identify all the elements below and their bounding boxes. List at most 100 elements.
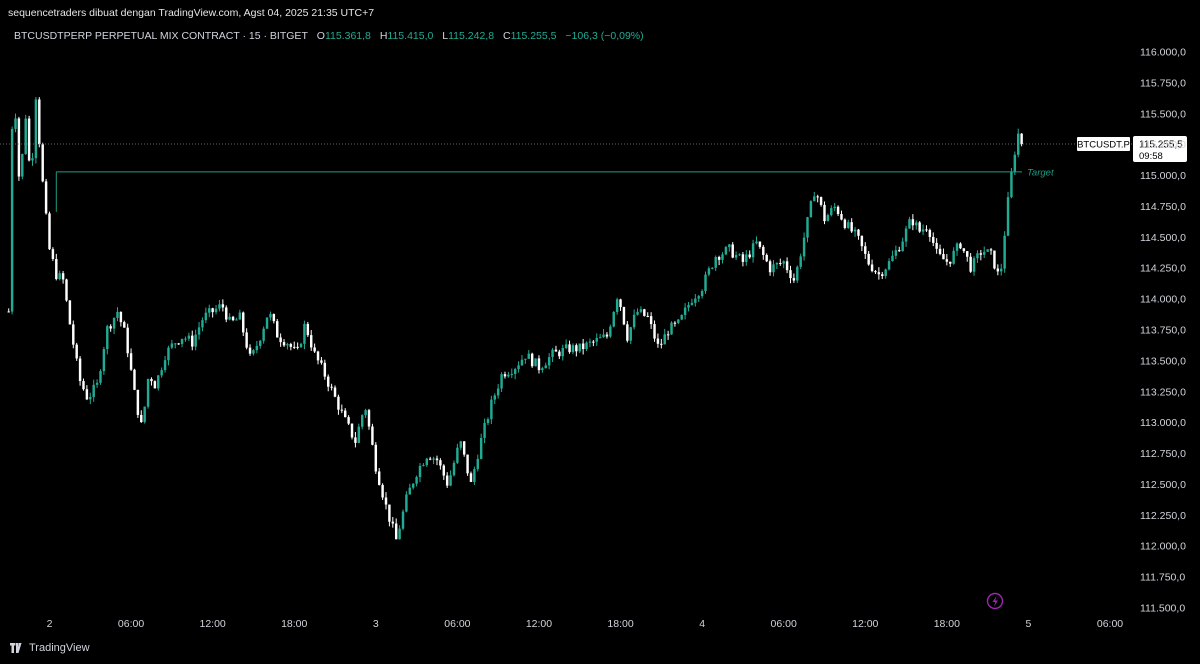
candle-body: [901, 241, 904, 252]
candle-body: [554, 349, 558, 352]
candle-body: [510, 373, 513, 375]
candle-body: [979, 253, 983, 255]
candle-body: [819, 197, 823, 205]
candle-body: [551, 349, 554, 358]
candle-body: [728, 244, 731, 248]
candle-body: [966, 251, 969, 257]
candle-body: [952, 250, 955, 264]
candle-body: [123, 322, 126, 328]
candle-body: [313, 347, 316, 352]
candle-body: [779, 263, 782, 265]
candle-body: [785, 261, 789, 271]
candle-body: [581, 343, 585, 350]
candle-body: [214, 308, 218, 313]
candle-body: [479, 437, 483, 459]
candle-body: [184, 338, 187, 340]
candle-body: [806, 217, 809, 238]
candlestick-chart[interactable]: TargetBTCUSDT.P 115.255,509:58 111.500,01…: [0, 0, 1200, 664]
candle-body: [405, 494, 408, 512]
candle-body: [816, 196, 819, 198]
x-tick-label: 06:00: [444, 618, 470, 630]
lightning-icon: [986, 592, 1004, 610]
candle-body: [969, 256, 972, 272]
candle-body: [418, 465, 422, 478]
candle-body: [343, 410, 347, 418]
symbol-name[interactable]: BTCUSDTPERP PERPETUAL MIX CONTRACT · 15 …: [14, 30, 308, 42]
candle-body: [350, 423, 354, 438]
candle-body: [61, 273, 65, 280]
candle-body: [976, 253, 979, 259]
candle-body: [632, 314, 636, 328]
candle-body: [595, 338, 598, 342]
candle-body: [530, 353, 534, 367]
candle-body: [870, 264, 874, 272]
candle-body: [347, 417, 350, 424]
candle-body: [782, 261, 785, 264]
candle-body: [707, 268, 711, 275]
candle-body: [255, 345, 259, 351]
candle-body: [612, 312, 615, 327]
candle-body: [187, 335, 191, 339]
candle-body: [425, 458, 429, 466]
candle-body: [469, 473, 473, 482]
candle-body: [768, 261, 772, 273]
candle-body: [588, 341, 592, 343]
candle-body: [955, 243, 959, 251]
candle-body: [191, 335, 194, 347]
candle-body: [262, 328, 265, 341]
tradingview-brand[interactable]: TradingView: [10, 642, 90, 654]
candle-body: [908, 219, 911, 229]
candle-body: [891, 255, 894, 262]
candle-body: [568, 344, 571, 353]
candle-body: [1006, 197, 1010, 236]
candle-body: [860, 235, 864, 247]
candle-body: [116, 311, 119, 318]
candle-body: [388, 504, 391, 522]
candle-body: [775, 263, 779, 265]
open-label: O: [316, 30, 325, 42]
candle-body: [269, 314, 272, 318]
candle-body: [136, 389, 140, 415]
candle-body: [238, 312, 242, 320]
candle-body: [473, 469, 476, 482]
candle-body: [609, 326, 612, 337]
candle-body: [680, 314, 683, 320]
candle-body: [836, 206, 840, 215]
candle-body: [717, 257, 721, 260]
candle-body: [938, 248, 942, 255]
candle-body: [578, 343, 581, 352]
candle-body: [864, 246, 867, 254]
candle-body: [150, 378, 153, 382]
candle-body: [360, 415, 364, 427]
candle-body: [95, 382, 99, 385]
candle-body: [619, 299, 622, 308]
candle-body: [796, 266, 799, 281]
symbol-legend: BTCUSDTPERP PERPETUAL MIX CONTRACT · 15 …: [14, 30, 644, 42]
candle-body: [694, 298, 697, 303]
candle-body: [89, 396, 92, 400]
candle-body: [51, 249, 55, 260]
candle-body: [337, 396, 340, 410]
candle-body: [201, 320, 204, 328]
candle-body: [432, 458, 435, 460]
candle-body: [748, 254, 751, 258]
candle-body: [303, 323, 306, 344]
candle-body: [656, 338, 660, 344]
candle-body: [167, 347, 170, 361]
x-tick-label: 3: [373, 618, 379, 630]
candle-body: [513, 369, 517, 374]
candle-body: [928, 230, 932, 237]
candle-body: [598, 337, 602, 339]
candle-body: [78, 358, 82, 382]
candle-body: [401, 511, 405, 529]
candle-body: [823, 204, 826, 222]
x-tick-label: 06:00: [1097, 618, 1123, 630]
candle-body: [143, 406, 146, 423]
candle-body: [92, 384, 95, 397]
open-value: 115.361,8: [324, 30, 371, 42]
candle-body: [874, 271, 877, 273]
candle-body: [490, 399, 493, 420]
candle-body: [799, 256, 802, 267]
candle-body: [932, 236, 935, 243]
candle-body: [949, 261, 952, 264]
